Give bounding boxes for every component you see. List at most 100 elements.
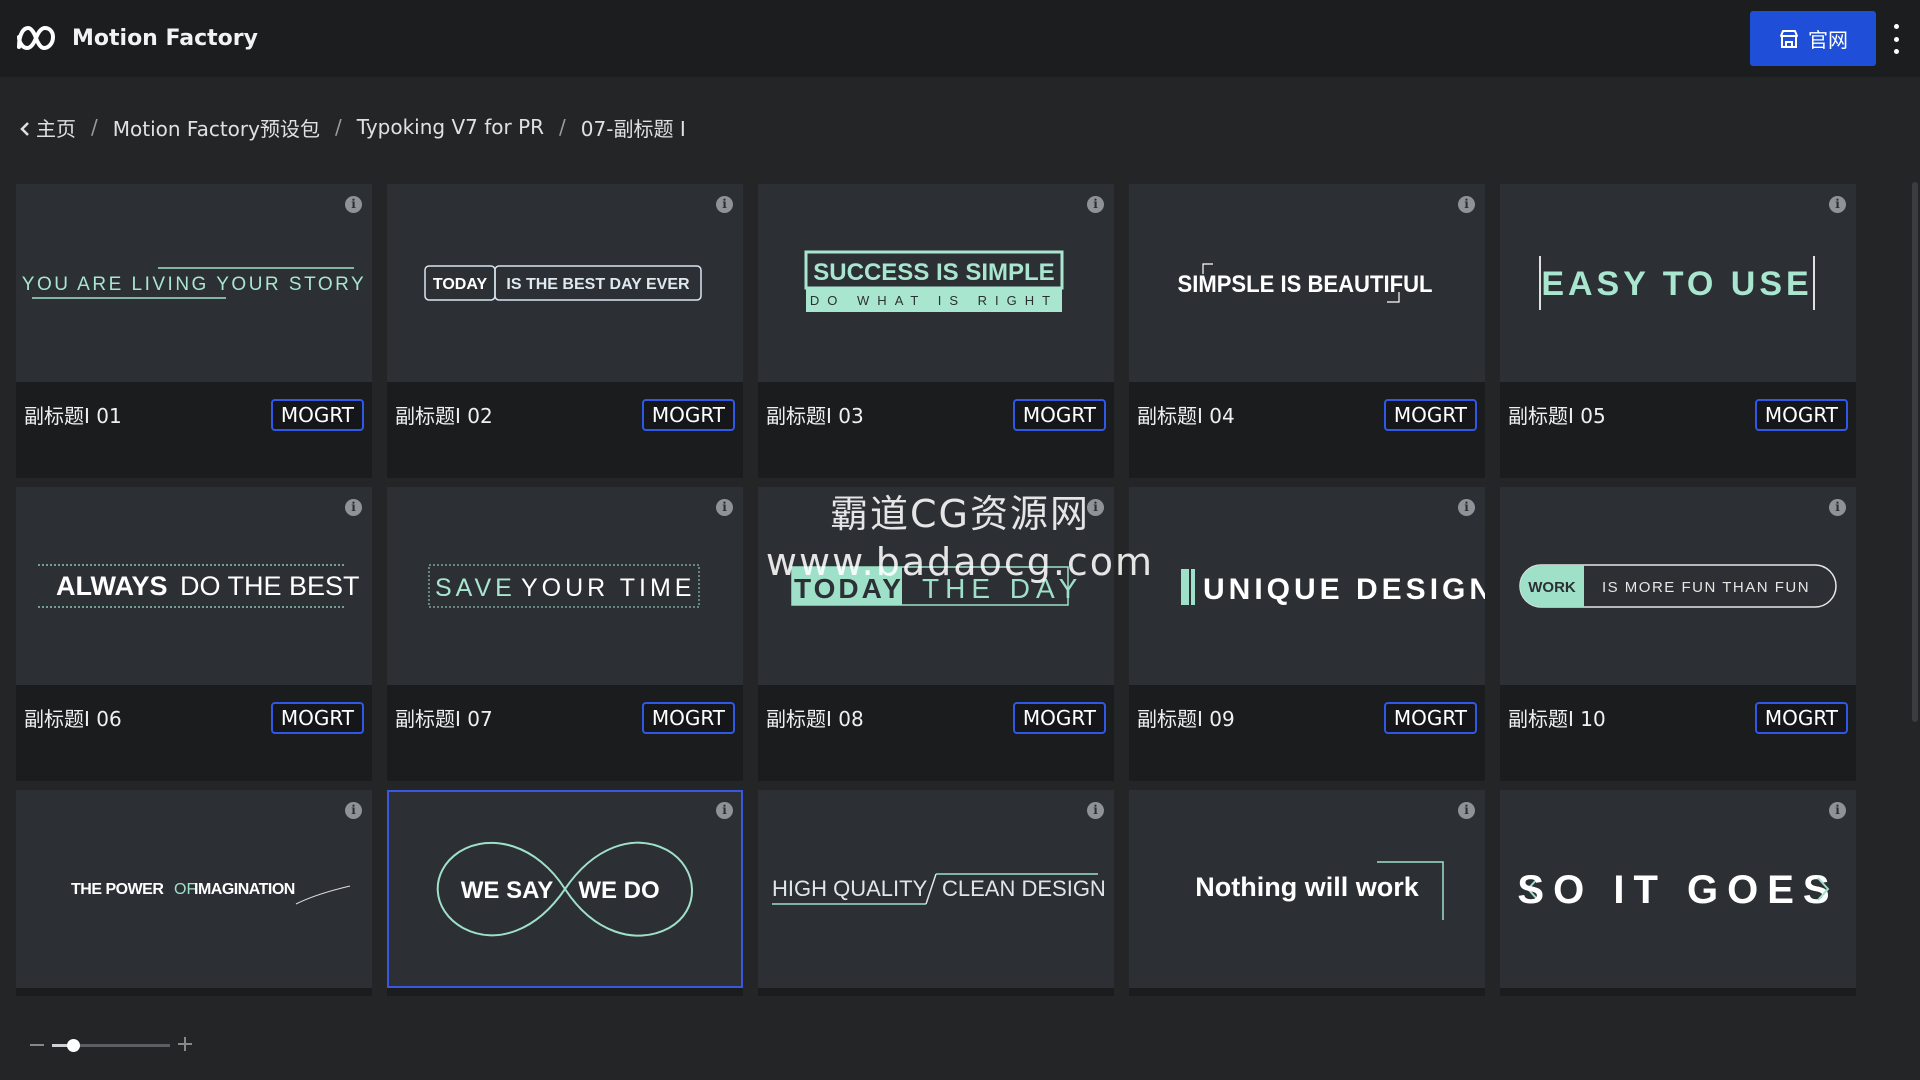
preset-name: 副标题I 10 [1508,707,1606,731]
svg-text:UNIQUE DESIGN: UNIQUE DESIGN [1203,573,1485,606]
preset-card[interactable]: TODAY THE DAY i 副标题I 08 MOGRT [758,487,1114,781]
svg-text:IS THE BEST DAY EVER: IS THE BEST DAY EVER [506,276,690,293]
chevron-left-icon [20,121,29,136]
preset-card[interactable]: ALWAYS DO THE BEST i 副标题I 06 MOGRT [16,487,372,781]
preset-name: 副标题I 04 [1137,404,1235,428]
svg-text:YOU ARE LIVING YOUR STORY: YOU ARE LIVING YOUR STORY [22,274,366,295]
svg-text:SAVE: SAVE [435,574,516,602]
app-title: Motion Factory [72,26,258,51]
preset-card[interactable]: THE POWER OF IMAGINATION i [16,790,372,996]
preset-thumbnail: SIMPSLE IS BEAUTIFUL i [1129,184,1485,382]
info-icon[interactable]: i [345,196,362,213]
preset-card[interactable]: TODAY IS THE BEST DAY EVER i 副标题I 02 MOG… [387,184,743,478]
preset-name: 副标题I 08 [766,707,864,731]
svg-text:CLEAN DESIGN: CLEAN DESIGN [942,876,1106,901]
preset-thumbnail: SAVE YOUR TIME i [387,487,743,685]
info-icon[interactable]: i [1458,499,1475,516]
svg-text:WORK: WORK [1528,579,1576,596]
mogrt-badge[interactable]: MOGRT [641,399,735,431]
bottom-bar [0,996,1920,1080]
info-icon[interactable]: i [716,802,733,819]
preset-name: 副标题I 09 [1137,707,1235,731]
preset-card[interactable]: SO IT GOES i [1500,790,1856,996]
mogrt-badge[interactable]: MOGRT [1383,399,1477,431]
preset-name: 副标题I 05 [1508,404,1606,428]
zoom-in-icon[interactable] [178,1037,192,1051]
preset-card[interactable]: YOU ARE LIVING YOUR STORY i 副标题I 01 MOGR… [16,184,372,478]
zoom-out-icon[interactable] [30,1044,44,1046]
info-icon[interactable]: i [345,802,362,819]
preset-card[interactable]: SAVE YOUR TIME i 副标题I 07 MOGRT [387,487,743,781]
preset-thumbnail: ALWAYS DO THE BEST i [16,487,372,685]
breadcrumb-separator: / [334,115,342,139]
preset-thumbnail: YOU ARE LIVING YOUR STORY i [16,184,372,382]
mogrt-badge[interactable]: MOGRT [270,702,364,734]
info-icon[interactable]: i [1087,802,1104,819]
svg-text:SO IT GOES: SO IT GOES [1517,868,1838,912]
mogrt-badge[interactable]: MOGRT [1012,702,1106,734]
info-icon[interactable]: i [1829,196,1846,213]
info-icon[interactable]: i [716,499,733,516]
svg-text:DO THE BEST: DO THE BEST [180,571,360,601]
preset-card[interactable]: WORK IS MORE FUN THAN FUN i 副标题I 10 MOGR… [1500,487,1856,781]
preset-thumbnail: WORK IS MORE FUN THAN FUN i [1500,487,1856,685]
breadcrumb-separator: / [559,115,566,139]
info-icon[interactable]: i [1829,802,1846,819]
preset-card[interactable]: HIGH QUALITY CLEAN DESIGN i [758,790,1114,996]
preset-card[interactable]: UNIQUE DESIGN i 副标题I 09 MOGRT [1129,487,1485,781]
svg-text:THE POWER: THE POWER [71,881,164,898]
info-icon[interactable]: i [1087,499,1104,516]
info-icon[interactable]: i [1458,196,1475,213]
motion-factory-logo-icon [17,25,56,51]
preset-thumbnail: UNIQUE DESIGN i [1129,487,1485,685]
breadcrumb: 主页 / Motion Factory预设包 / Typoking V7 for… [20,112,686,142]
preset-card[interactable]: WE SAY WE DO i [387,790,743,996]
svg-text:ALWAYS: ALWAYS [56,571,168,601]
mogrt-badge[interactable]: MOGRT [270,399,364,431]
info-icon[interactable]: i [345,499,362,516]
preset-thumbnail: TODAY THE DAY i [758,487,1114,685]
svg-text:TODAY: TODAY [433,276,488,293]
preset-thumbnail: Nothing will work i [1129,790,1485,988]
preset-name: 副标题I 03 [766,404,864,428]
preset-card[interactable]: Nothing will work i [1129,790,1485,996]
mogrt-badge[interactable]: MOGRT [1012,399,1106,431]
preset-name: 副标题I 01 [24,404,122,428]
preset-card[interactable]: EASY TO USE i 副标题I 05 MOGRT [1500,184,1856,478]
info-icon[interactable]: i [716,196,733,213]
preset-thumbnail: HIGH QUALITY CLEAN DESIGN i [758,790,1114,988]
svg-text:DO WHAT IS RIGHT: DO WHAT IS RIGHT [810,293,1058,308]
preset-card[interactable]: SIMPSLE IS BEAUTIFUL i 副标题I 04 MOGRT [1129,184,1485,478]
svg-text:TODAY: TODAY [794,573,904,604]
info-icon[interactable]: i [1458,802,1475,819]
mogrt-badge[interactable]: MOGRT [1754,702,1848,734]
preset-thumbnail: EASY TO USE i [1500,184,1856,382]
breadcrumb-separator: / [91,115,98,139]
svg-text:SUCCESS IS SIMPLE: SUCCESS IS SIMPLE [813,259,1054,286]
preset-thumbnail: SO IT GOES i [1500,790,1856,988]
mogrt-badge[interactable]: MOGRT [1754,399,1848,431]
breadcrumb-current: 07-副标题 I [580,116,686,141]
more-menu-icon[interactable] [1890,24,1902,54]
svg-text:IS MORE FUN THAN FUN: IS MORE FUN THAN FUN [1602,579,1810,596]
breadcrumb-preset-pack[interactable]: Motion Factory预设包 [113,113,320,142]
svg-text:WE DO: WE DO [578,877,659,904]
preset-thumbnail: SUCCESS IS SIMPLE DO WHAT IS RIGHT i [758,184,1114,382]
preset-card[interactable]: SUCCESS IS SIMPLE DO WHAT IS RIGHT i 副标题… [758,184,1114,478]
info-icon[interactable]: i [1829,499,1846,516]
official-site-button[interactable]: 官网 [1750,11,1876,66]
breadcrumb-home[interactable]: 主页 [20,113,76,142]
svg-text:HIGH QUALITY: HIGH QUALITY [772,876,928,901]
mogrt-badge[interactable]: MOGRT [1383,702,1477,734]
vertical-scrollbar[interactable] [1912,182,1918,722]
svg-text:THE DAY: THE DAY [922,573,1083,604]
breadcrumb-typoking[interactable]: Typoking V7 for PR [357,115,544,139]
mogrt-badge[interactable]: MOGRT [641,702,735,734]
info-icon[interactable]: i [1087,196,1104,213]
preset-grid: YOU ARE LIVING YOUR STORY i 副标题I 01 MOGR… [16,184,1856,996]
preset-name: 副标题I 06 [24,707,122,731]
svg-text:IMAGINATION: IMAGINATION [194,881,295,898]
preset-thumbnail: THE POWER OF IMAGINATION i [16,790,372,988]
official-site-label: 官网 [1808,28,1848,52]
store-icon [1780,29,1798,48]
